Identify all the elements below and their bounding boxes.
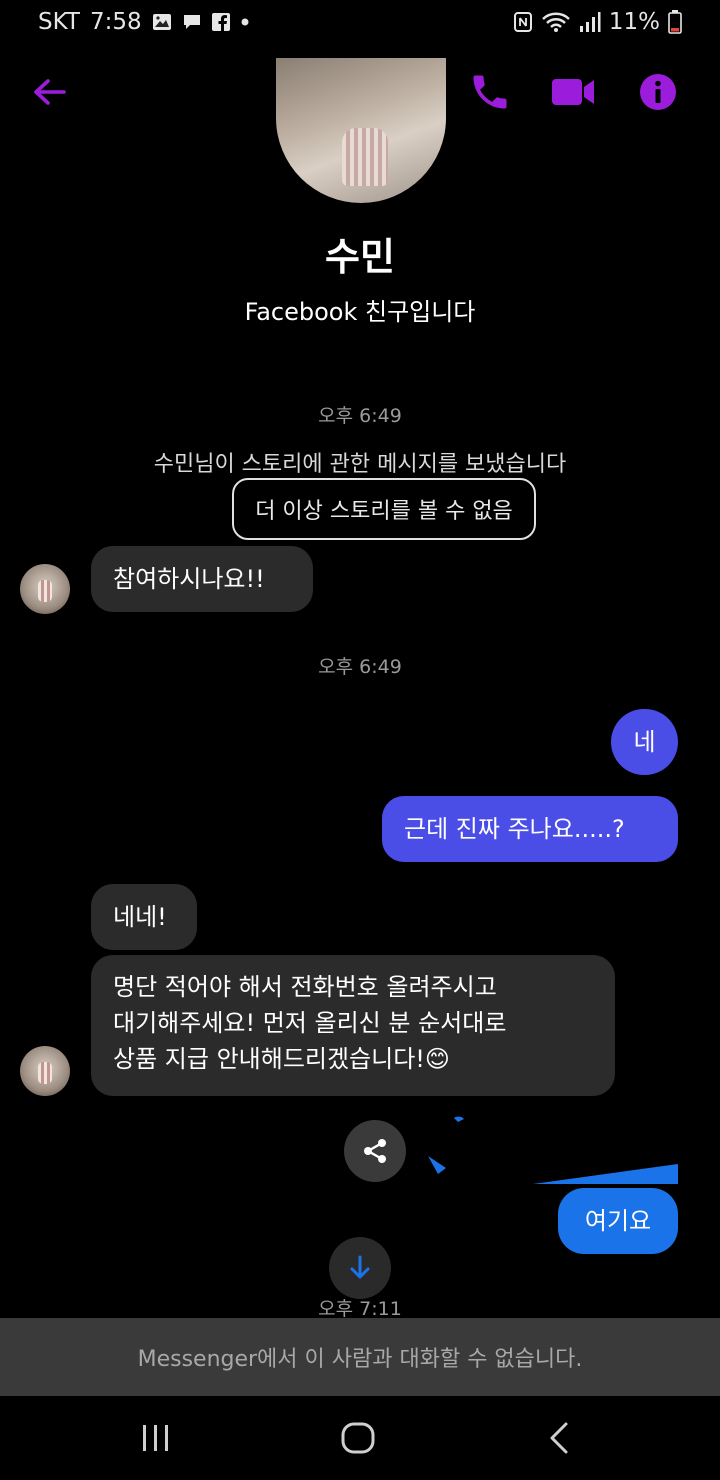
carrier-label: SKT (38, 9, 80, 35)
scroll-to-bottom-button[interactable] (329, 1237, 391, 1299)
status-bar: SKT 7:58 11% (0, 0, 720, 44)
share-button[interactable] (344, 1120, 406, 1182)
outgoing-message[interactable]: 네 (611, 709, 678, 775)
profile-subtitle: Facebook 친구입니다 (244, 298, 476, 326)
signal-icon (579, 11, 601, 33)
arrow-down-icon (350, 1255, 370, 1279)
video-camera-icon (552, 79, 594, 105)
message-text: 네 (633, 728, 656, 756)
profile-photo-figure (342, 128, 388, 186)
dot-icon (240, 17, 250, 27)
info-button[interactable] (636, 70, 680, 114)
wifi-icon (541, 11, 571, 33)
message-text: 상품 지급 안내해드리겠습니다! (113, 1045, 425, 1073)
clock: 7:58 (89, 9, 142, 35)
message-text: 근데 진짜 주나요.....? (404, 815, 625, 843)
smile-emoji: 😊 (424, 1045, 450, 1073)
message-text-line: 대기해주세요! 먼저 올리신 분 순서대로 (113, 1009, 507, 1037)
incoming-message[interactable]: 네네! (91, 884, 197, 950)
image-icon (152, 13, 172, 31)
sender-avatar[interactable] (20, 564, 70, 614)
share-icon (364, 1139, 386, 1163)
video-call-button[interactable] (548, 70, 598, 114)
timestamp: 오후 6:49 (318, 656, 402, 678)
messenger-screen: SKT 7:58 11% 수민 Facebook 친구입니다 오후 6:49 수… (0, 0, 720, 1480)
recents-icon (143, 1425, 168, 1451)
message-text-line: 명단 적어야 해서 전화번호 올려주시고 (113, 973, 497, 1001)
voice-call-button[interactable] (468, 70, 512, 114)
nfc-icon (513, 11, 533, 33)
facebook-icon (211, 13, 230, 31)
back-arrow-icon (34, 79, 66, 105)
shared-image-thumbnail[interactable] (428, 1116, 678, 1184)
profile-avatar[interactable] (276, 58, 446, 203)
story-unavailable-box: 더 이상 스토리를 볼 수 없음 (232, 478, 536, 540)
incoming-message[interactable]: 명단 적어야 해서 전화번호 올려주시고 대기해주세요! 먼저 올리신 분 순서… (91, 955, 615, 1096)
timestamp: 오후 6:49 (318, 405, 402, 427)
back-button[interactable] (28, 70, 72, 114)
system-navigation-bar (0, 1396, 720, 1480)
message-text: 여기요 (584, 1207, 652, 1235)
timestamp: 오후 7:11 (318, 1298, 402, 1320)
battery-icon (668, 10, 682, 34)
info-icon (640, 74, 676, 110)
home-icon (341, 1422, 375, 1454)
message-text: 참여하시나요!! (113, 565, 265, 593)
redacted-image (428, 1116, 678, 1184)
phone-icon (473, 75, 507, 109)
story-reply-notice: 수민님이 스토리에 관한 메시지를 보냈습니다 (153, 452, 567, 477)
nav-back-button[interactable] (544, 1418, 574, 1458)
outgoing-message[interactable]: 여기요 (558, 1188, 678, 1254)
status-right: 11% (513, 9, 682, 35)
message-text-line: 상품 지급 안내해드리겠습니다!😊 (113, 1041, 593, 1077)
message-icon (182, 13, 202, 31)
battery-percent: 11% (608, 9, 660, 35)
recents-button[interactable] (138, 1420, 174, 1456)
incoming-message[interactable]: 참여하시나요!! (91, 546, 313, 612)
message-text: 네네! (113, 903, 167, 931)
status-left: SKT 7:58 (38, 9, 250, 35)
outgoing-message[interactable]: 근데 진짜 주나요.....? (382, 796, 678, 862)
profile-name: 수민 (325, 235, 395, 279)
sender-avatar[interactable] (20, 1046, 70, 1096)
messaging-unavailable-banner: Messenger에서 이 사람과 대화할 수 없습니다. (0, 1318, 720, 1396)
home-button[interactable] (338, 1418, 378, 1458)
nav-back-icon (550, 1422, 568, 1454)
